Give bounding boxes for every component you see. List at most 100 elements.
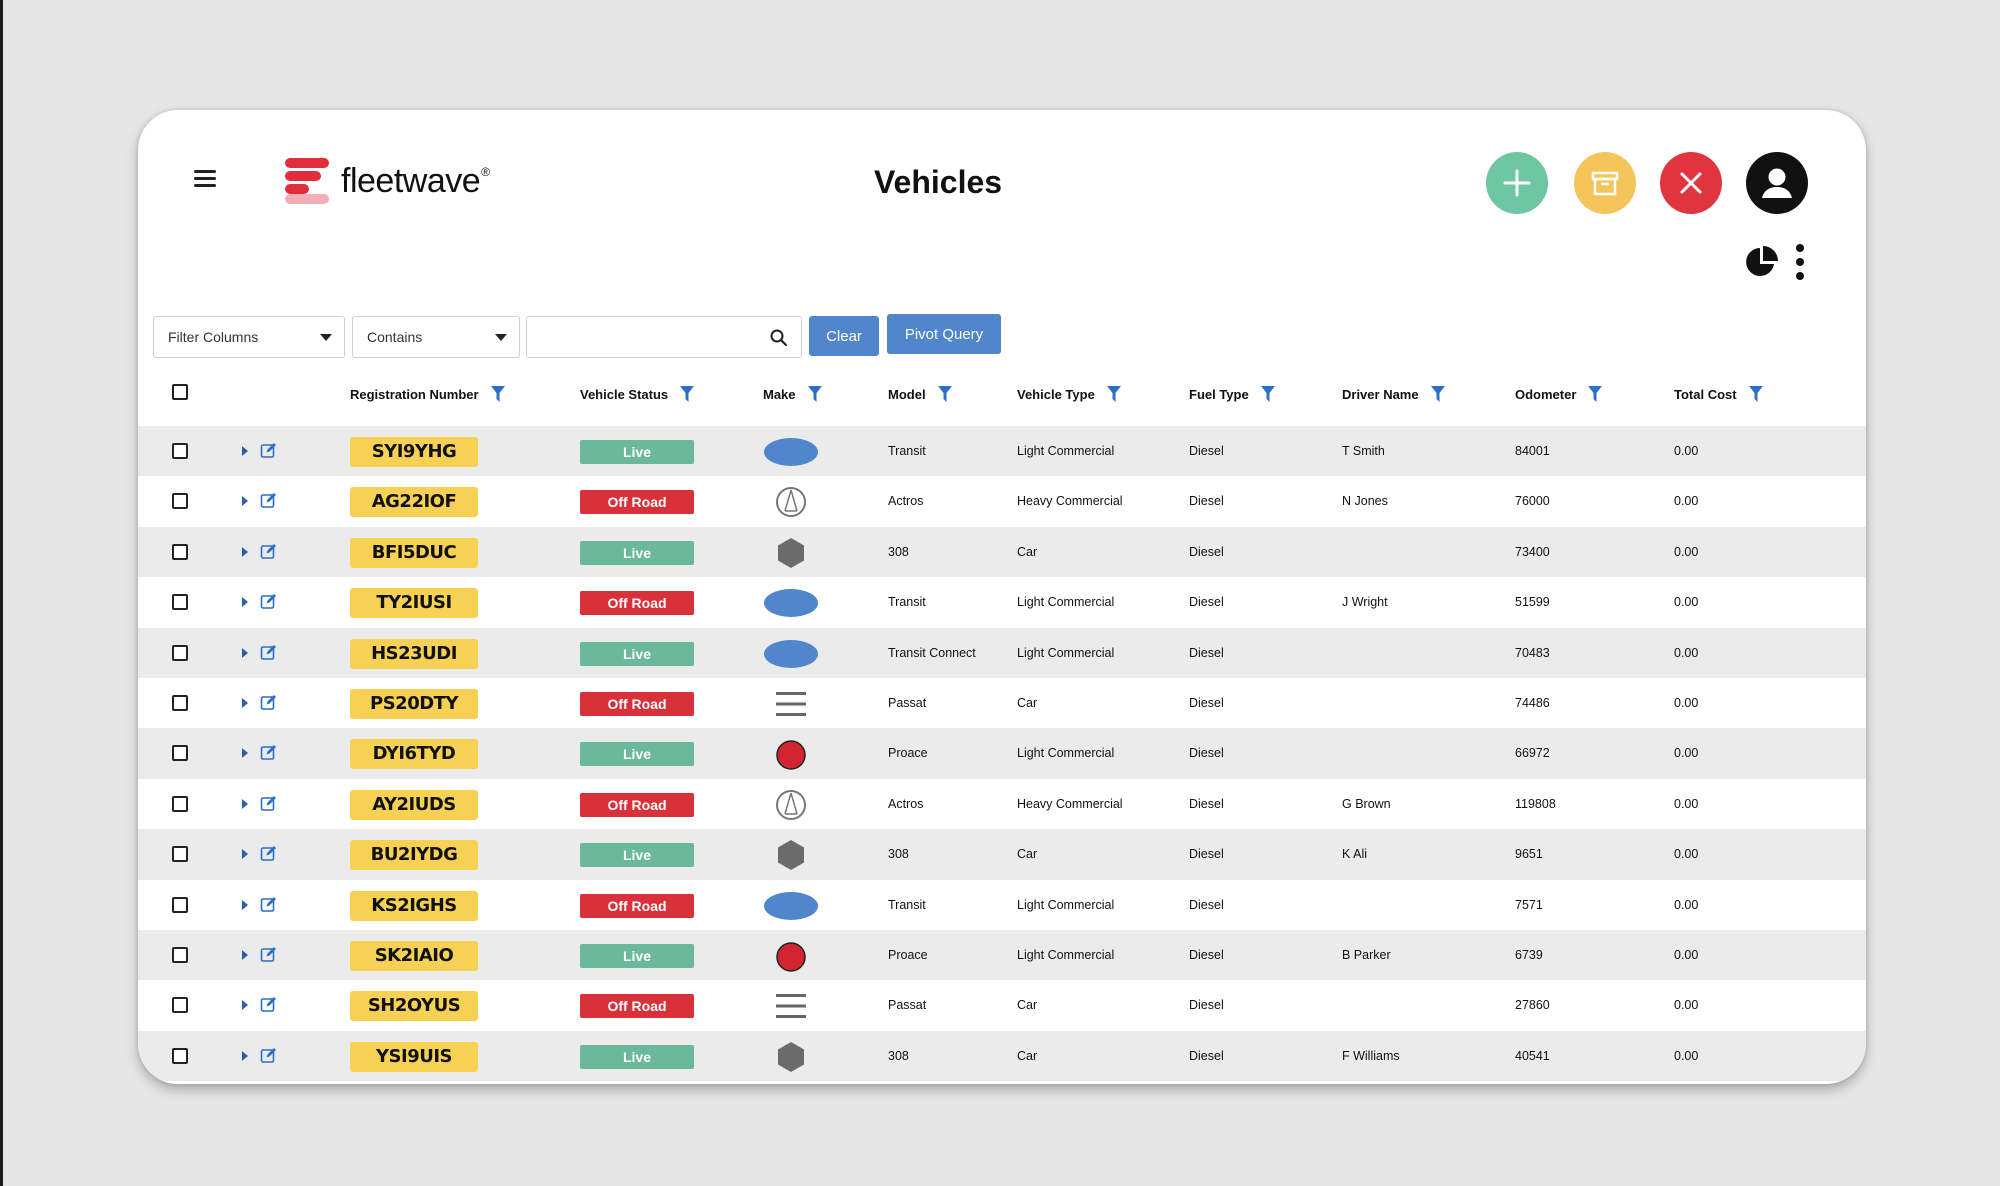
row-checkbox[interactable] [172,543,188,560]
row-checkbox[interactable] [172,997,188,1014]
table-row[interactable]: AG22IOF Off Road Actros Heavy Commercial Die… [138,476,1866,527]
user-button[interactable] [1746,152,1808,214]
filter-icon[interactable] [1748,386,1763,402]
status-badge: Off Road [580,490,694,515]
edit-icon[interactable] [260,946,277,963]
filter-icon[interactable] [1260,386,1275,402]
row-checkbox[interactable] [172,644,188,661]
pie-chart-icon[interactable] [1744,244,1780,280]
registration-plate[interactable]: HS23UDI [350,638,478,669]
edit-icon[interactable] [260,845,277,862]
row-checkbox[interactable] [172,1047,188,1064]
expand-row-icon[interactable] [242,1000,248,1011]
row-checkbox[interactable] [172,946,188,963]
row-checkbox[interactable] [172,896,188,913]
search-input[interactable] [526,316,802,358]
odometer-cell: 73400 [1515,544,1550,559]
column-header-total-cost: Total Cost [1674,386,1763,402]
pivot-query-button[interactable]: Pivot Query [887,314,1001,354]
registration-plate[interactable]: SYI9YHG [350,437,478,467]
edit-icon[interactable] [260,1047,277,1064]
expand-row-icon[interactable] [242,899,248,910]
edit-icon[interactable] [260,492,277,509]
registration-plate[interactable]: SH2OYUS [350,991,478,1022]
vehicle-type-cell: Car [1017,847,1038,862]
expand-row-icon[interactable] [242,496,248,507]
expand-row-icon[interactable] [242,798,248,809]
add-button[interactable] [1486,152,1548,214]
filter-icon[interactable] [807,386,822,402]
table-row[interactable]: BFI5DUC Live 308 Car Diesel 73400 0.00 [138,526,1866,578]
condition-select[interactable]: Contains [352,316,520,358]
model-cell: Proace [888,947,928,962]
table-row[interactable]: KS2IGHS Off Road Transit Light Commercial Di… [138,879,1866,930]
expand-row-icon[interactable] [242,949,248,960]
row-checkbox[interactable] [172,694,188,711]
filter-icon[interactable] [1430,386,1445,402]
hamburger-menu-icon[interactable] [194,170,216,188]
expand-row-icon[interactable] [242,597,248,608]
edit-icon[interactable] [260,442,277,459]
edit-icon[interactable] [260,593,277,610]
edit-icon[interactable] [260,996,277,1013]
edit-icon[interactable] [260,543,277,560]
search-icon[interactable] [769,328,789,348]
row-checkbox[interactable] [172,745,188,762]
table-row[interactable]: HS23UDI Live Transit Connect Light Commerci… [138,627,1866,678]
table-row[interactable]: BU2IYDG Live 308 Car Diesel K Ali 9651 0.00 [138,829,1866,880]
edit-icon[interactable] [260,644,277,661]
table-row[interactable]: AY2IUDS Off Road Actros Heavy Commercial Die… [138,778,1866,830]
filter-icon[interactable] [490,386,505,402]
edit-icon[interactable] [260,896,277,913]
registration-plate[interactable]: KS2IGHS [350,890,478,921]
more-options-icon[interactable] [1794,244,1806,280]
registration-plate[interactable]: BFI5DUC [350,537,478,568]
driver-name-cell: J Wright [1342,595,1388,610]
row-checkbox[interactable] [172,846,188,863]
expand-row-icon[interactable] [242,1050,248,1061]
filter-icon[interactable] [937,386,952,402]
edit-icon[interactable] [260,795,277,812]
registration-plate[interactable]: DYI6TYD [350,739,478,770]
clear-button[interactable]: Clear [809,316,879,356]
row-checkbox[interactable] [172,493,188,510]
filter-columns-select[interactable]: Filter Columns [153,316,345,358]
table-row[interactable]: TY2IUSI Off Road Transit Light Commercial Di… [138,577,1866,628]
filter-icon[interactable] [1588,386,1603,402]
table-row[interactable]: PS20DTY Off Road Passat Car Diesel 74486 0.00 [138,677,1866,729]
fuel-type-cell: Diesel [1189,897,1224,912]
edit-icon[interactable] [260,694,277,711]
expand-row-icon[interactable] [242,697,248,708]
expand-row-icon[interactable] [242,446,248,456]
filter-icon[interactable] [1106,386,1121,402]
expand-row-icon[interactable] [242,748,248,759]
filter-icon[interactable] [680,386,695,402]
model-cell: 308 [888,544,909,559]
odometer-cell: 70483 [1515,645,1550,660]
edit-icon[interactable] [260,744,277,761]
status-badge: Live [580,641,694,666]
expand-row-icon[interactable] [242,546,248,557]
row-checkbox[interactable] [172,443,188,459]
expand-row-icon[interactable] [242,849,248,860]
fuel-type-cell: Diesel [1189,998,1224,1013]
table-row[interactable]: DYI6TYD Live Proace Light Commercial Diesel 6… [138,728,1866,779]
archive-button[interactable] [1574,152,1636,214]
table-row[interactable]: SYI9YHG Live Transit Light Commercial Diesel… [138,426,1866,477]
registration-plate[interactable]: PS20DTY [350,688,478,719]
table-row[interactable]: SH2OYUS Off Road Passat Car Diesel 27860 0.00 [138,980,1866,1031]
table-row[interactable]: SK2IAIO Live Proace Light Commercial Diesel B… [138,929,1866,981]
registration-plate[interactable]: BU2IYDG [350,840,478,871]
registration-plate[interactable]: TY2IUSI [350,588,478,619]
fuel-type-cell: Diesel [1189,1048,1224,1063]
row-checkbox[interactable] [172,594,188,611]
table-row[interactable]: YSI9UIS Live 308 Car Diesel F Williams 40541 0.… [138,1030,1866,1082]
select-all-checkbox[interactable] [172,384,188,400]
row-checkbox[interactable] [172,795,188,812]
registration-plate[interactable]: SK2IAIO [350,940,478,971]
expand-row-icon[interactable] [242,647,248,658]
registration-plate[interactable]: YSI9UIS [350,1041,478,1072]
registration-plate[interactable]: AG22IOF [350,487,478,518]
registration-plate[interactable]: AY2IUDS [350,789,478,820]
close-button[interactable] [1660,152,1722,214]
